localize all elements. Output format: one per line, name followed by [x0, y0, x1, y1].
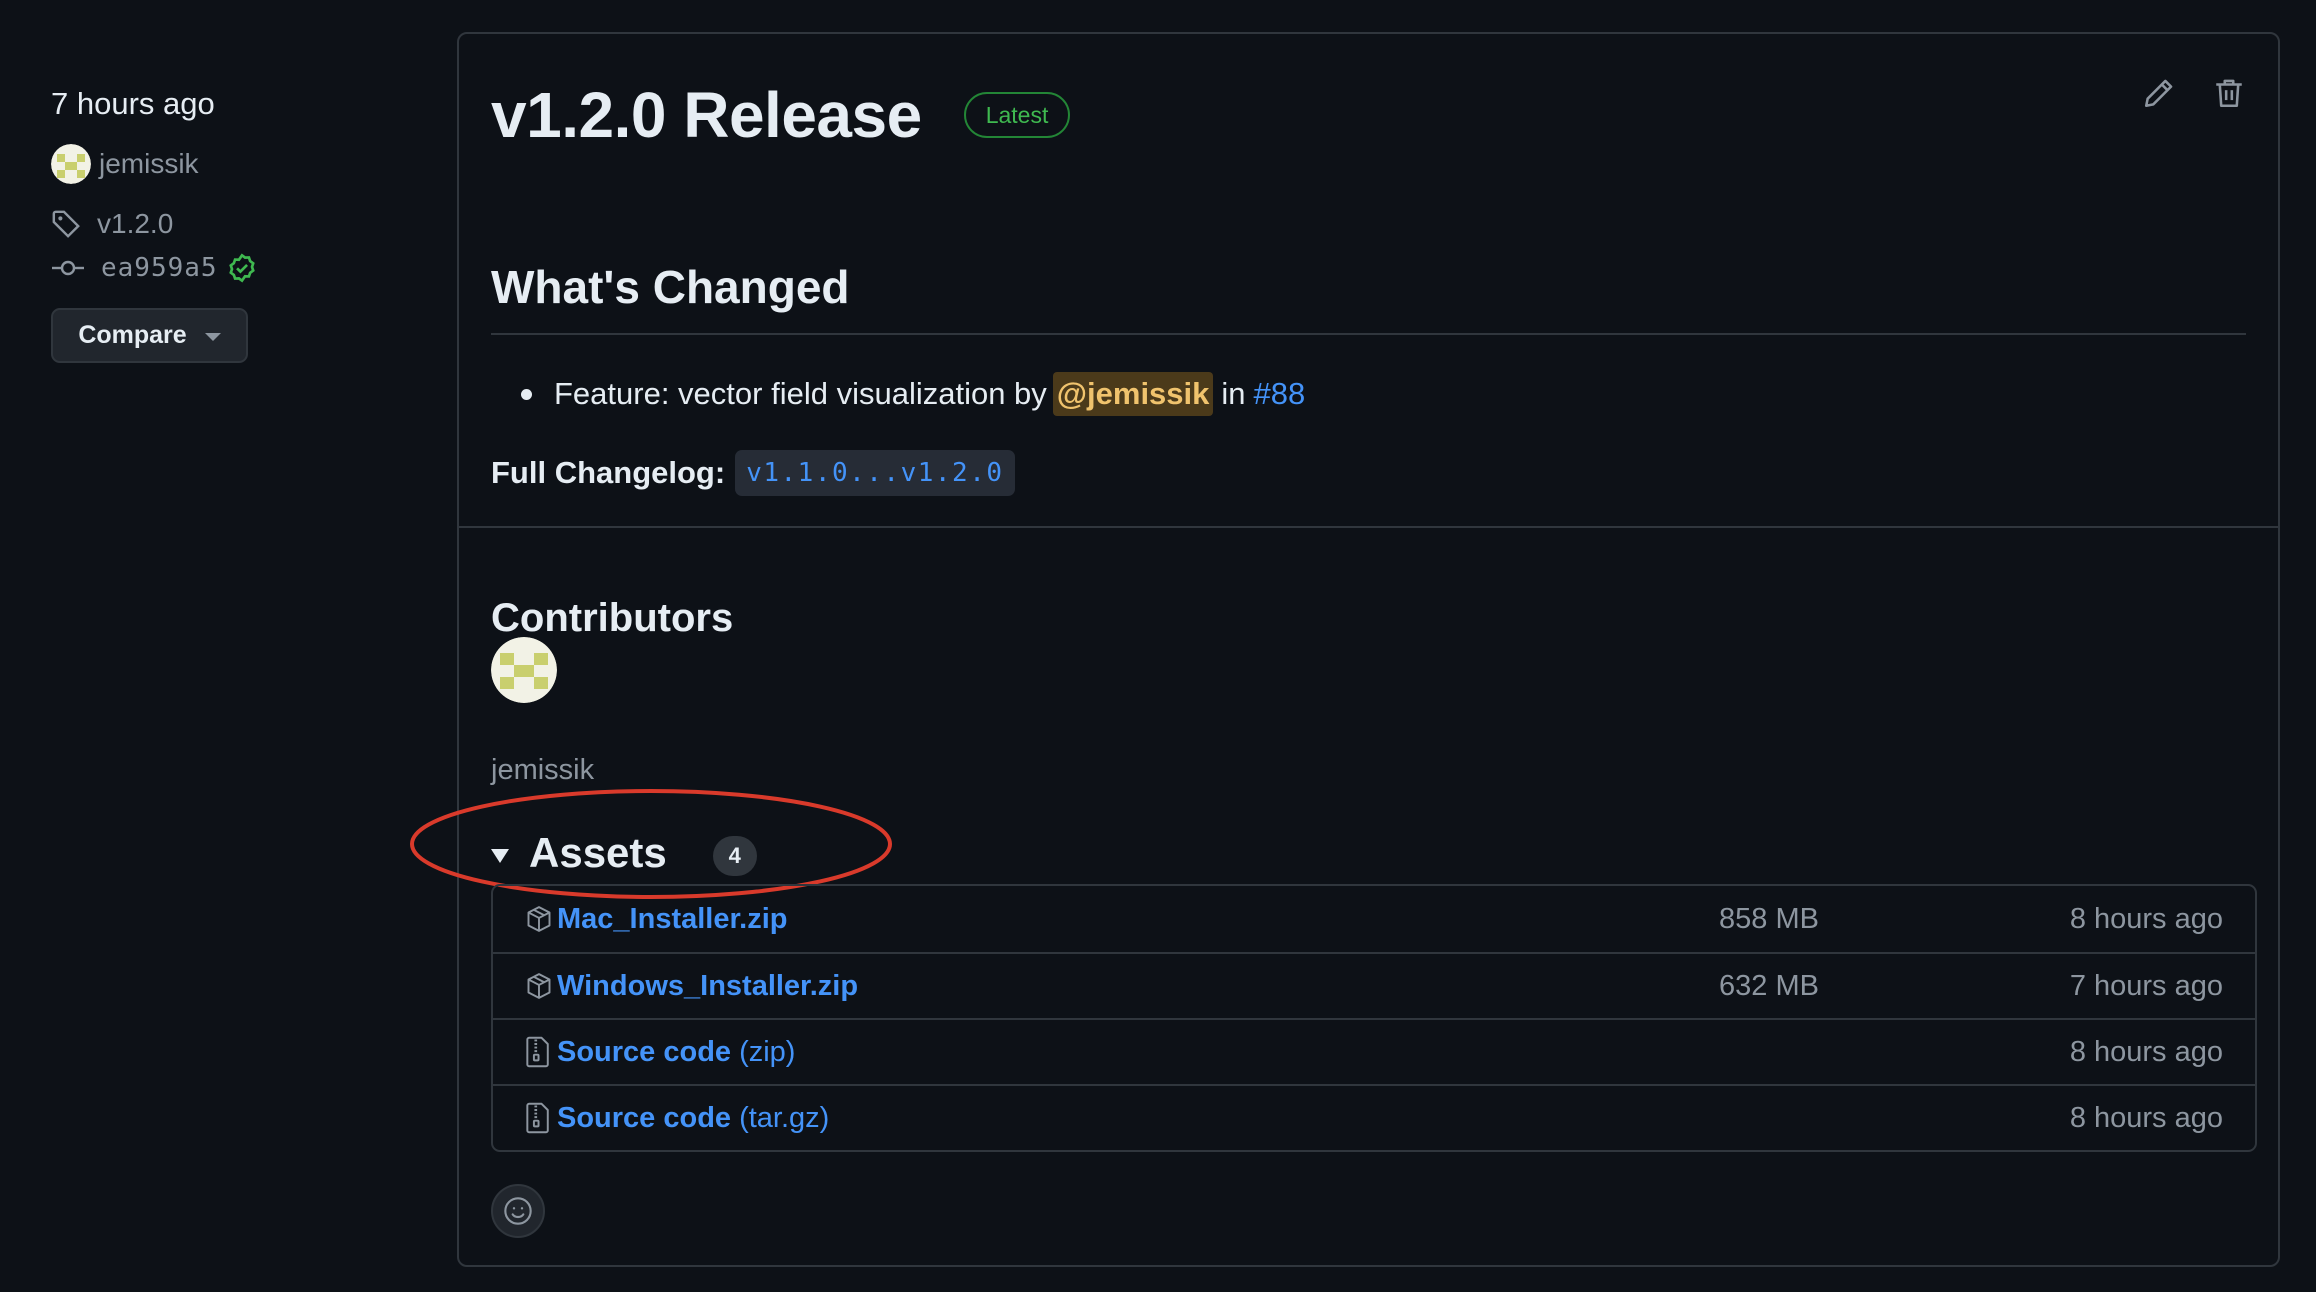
- asset-size: 858 MB: [1719, 902, 1819, 935]
- release-page: 7 hours ago jemissik v1.2.0 ea959a5 Comp…: [0, 0, 2316, 1292]
- file-zip-icon: [525, 1102, 557, 1134]
- commit-row[interactable]: ea959a5: [51, 246, 411, 290]
- asset-date: 8 hours ago: [2069, 1101, 2223, 1134]
- asset-date: 7 hours ago: [2069, 969, 2223, 1002]
- release-time: 7 hours ago: [51, 86, 215, 121]
- author-row[interactable]: jemissik: [51, 142, 411, 186]
- asset-date: 8 hours ago: [2069, 902, 2223, 935]
- assets-toggle[interactable]: Assets 4: [491, 829, 757, 877]
- author-avatar[interactable]: [51, 144, 91, 184]
- trash-icon[interactable]: [2212, 76, 2246, 110]
- asset-link[interactable]: Windows_Installer.zip: [557, 970, 858, 1003]
- user-mention[interactable]: @jemissik: [1052, 372, 1214, 416]
- divider: [459, 526, 2278, 528]
- release-header: v1.2.0 Release Latest: [491, 78, 1071, 152]
- release-title[interactable]: v1.2.0 Release: [491, 78, 922, 152]
- assets-heading: Assets: [529, 829, 667, 876]
- release-card: v1.2.0 Release Latest What's Changed Fea…: [410, 32, 2280, 1267]
- chevron-down-icon: [204, 333, 221, 341]
- asset-size: 632 MB: [1719, 969, 1819, 1002]
- asset-link[interactable]: Source code: [557, 1036, 731, 1069]
- asset-format[interactable]: (tar.gz): [739, 1102, 829, 1135]
- add-reaction-button[interactable]: [491, 1184, 545, 1238]
- smiley-icon: [504, 1197, 532, 1225]
- changelog-label: Full Changelog:: [491, 455, 726, 490]
- compare-label: Compare: [78, 321, 187, 349]
- divider: [491, 333, 2246, 335]
- asset-link[interactable]: Mac_Installer.zip: [557, 903, 788, 936]
- changelog-link[interactable]: v1.1.0...v1.2.0: [735, 450, 1015, 496]
- asset-link[interactable]: Source code: [557, 1102, 731, 1135]
- tag-row[interactable]: v1.2.0: [51, 202, 411, 246]
- package-icon: [525, 971, 557, 1001]
- asset-date: 8 hours ago: [2069, 1035, 2223, 1068]
- change-in: in: [1221, 376, 1246, 411]
- contributor-avatar[interactable]: [491, 637, 557, 703]
- change-text: Feature: vector field visualization by: [554, 376, 1047, 411]
- triangle-down-icon: [491, 849, 509, 863]
- changes-list: Feature: vector field visualization by @…: [491, 372, 1305, 416]
- asset-format[interactable]: (zip): [739, 1036, 795, 1069]
- full-changelog: Full Changelog: v1.1.0...v1.2.0: [491, 450, 1015, 496]
- bullet: [521, 388, 532, 400]
- verified-icon[interactable]: [226, 252, 258, 284]
- compare-button[interactable]: Compare: [51, 308, 248, 363]
- release-actions: [2142, 76, 2246, 110]
- pencil-icon[interactable]: [2142, 76, 2176, 110]
- tag-icon: [52, 210, 80, 238]
- asset-row: Windows_Installer.zip 632 MB 7 hours ago: [493, 952, 2255, 1018]
- tag-name[interactable]: v1.2.0: [97, 208, 173, 240]
- assets-count-badge: 4: [712, 836, 757, 876]
- git-commit-icon: [52, 260, 84, 276]
- package-icon: [525, 904, 557, 934]
- file-zip-icon: [525, 1036, 557, 1068]
- commit-sha[interactable]: ea959a5: [101, 253, 218, 283]
- asset-row: Source code (tar.gz) 8 hours ago: [493, 1084, 2255, 1150]
- contributors-heading: Contributors: [491, 596, 734, 640]
- whats-changed-heading: What's Changed: [491, 261, 850, 313]
- change-item: Feature: vector field visualization by @…: [491, 372, 1305, 416]
- release-meta: 7 hours ago jemissik v1.2.0 ea959a5 Comp…: [51, 80, 411, 363]
- asset-row: Source code (zip) 8 hours ago: [493, 1018, 2255, 1084]
- asset-row: Mac_Installer.zip 858 MB 8 hours ago: [493, 886, 2255, 952]
- latest-badge: Latest: [963, 92, 1071, 138]
- assets-list: Mac_Installer.zip 858 MB 8 hours ago Win…: [491, 884, 2257, 1152]
- pr-link[interactable]: #88: [1254, 372, 1306, 416]
- author-name[interactable]: jemissik: [99, 148, 199, 180]
- identicon-image: [491, 637, 557, 703]
